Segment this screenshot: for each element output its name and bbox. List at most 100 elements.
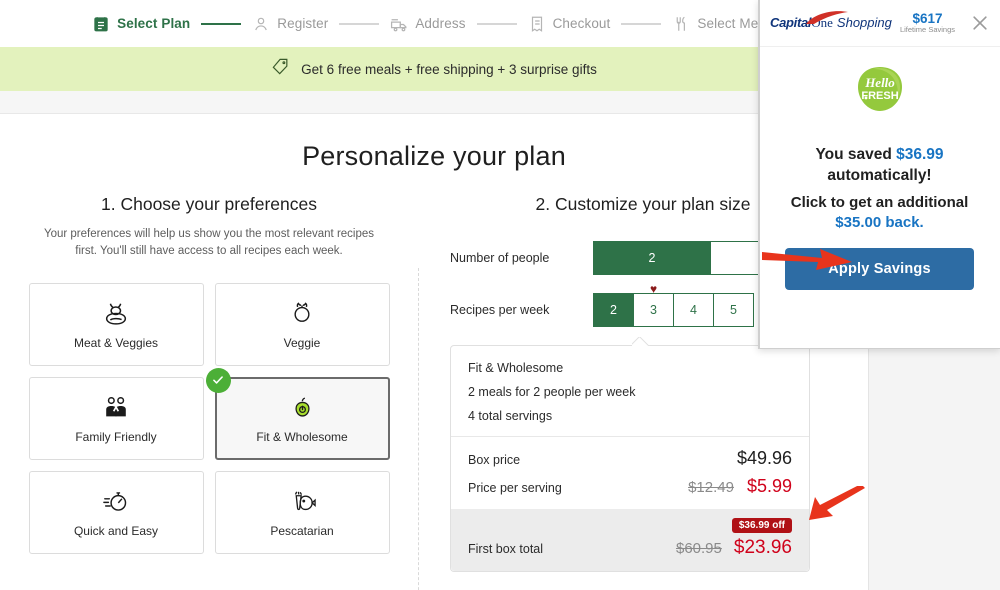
popup-header: Capital One Shopping $617 Lifetime Savin… [759, 0, 1000, 47]
recipes-option-3[interactable]: ♥ 3 [633, 283, 674, 327]
apple-fitness-icon [289, 393, 316, 423]
price-rows: Box price $49.96 Price per serving $12.4… [451, 436, 809, 509]
saved-line: You saved $36.99 [775, 145, 984, 166]
preference-card-label: Meat & Veggies [73, 335, 159, 350]
capital-one-shopping-popup[interactable]: Capital One Shopping $617 Lifetime Savin… [758, 0, 1000, 349]
nav-connector [339, 22, 380, 25]
family-icon [101, 393, 131, 423]
popup-body: Hello FRESH You saved $36.99 automatical… [759, 47, 1000, 291]
fish-carrot-icon [287, 487, 317, 517]
nav-step-label: Register [277, 16, 329, 31]
sub-band [0, 91, 868, 114]
selected-check-icon [205, 367, 231, 393]
recipes-option-5[interactable]: 5 [713, 293, 754, 327]
apply-savings-button[interactable]: Apply Savings [785, 248, 974, 291]
price-row-value: $49.96 [736, 448, 792, 468]
preference-card-label: Quick and Easy [73, 523, 159, 538]
nav-step-label: Address [415, 16, 466, 31]
svg-text:FRESH: FRESH [861, 90, 898, 102]
svg-text:Hello: Hello [864, 75, 895, 90]
recipes-per-week-label: Recipes per week [450, 303, 550, 317]
hellofresh-logo: Hello FRESH [775, 65, 984, 113]
recipes-per-week-selector[interactable]: 2 ♥ 3 4 5 [593, 283, 754, 327]
preference-card-grid: Meat & Veggies Veggie Family Friendly Fi… [0, 282, 418, 554]
stopwatch-icon [102, 487, 131, 517]
nav-connector [621, 22, 662, 25]
capital-one-swoosh-icon [804, 10, 850, 31]
price-row-price-per-serving: Price per serving $12.49 $5.99 [468, 476, 792, 497]
nav-step-register[interactable]: Register [252, 15, 328, 33]
preference-card-veggie[interactable]: Veggie [214, 282, 390, 366]
first-box-total-row: First box total $36.99 off $60.95 $23.96 [451, 509, 809, 571]
checkout-progress-nav: Select Plan Register Address Checkout Se… [0, 0, 868, 47]
nav-step-address[interactable]: Address [390, 15, 465, 33]
delivery-truck-icon [390, 15, 408, 33]
nav-step-label: Select Plan [117, 16, 191, 31]
nav-step-select-plan[interactable]: Select Plan [92, 15, 190, 33]
tag-icon [271, 57, 290, 81]
price-row-was: $12.49 [688, 479, 734, 496]
preferences-column: 1. Choose your preferences Your preferen… [0, 194, 418, 572]
people-option-2[interactable]: 2 [593, 241, 711, 275]
page-title: Personalize your plan [302, 141, 566, 171]
lifetime-savings-caption: Lifetime Savings [899, 25, 955, 35]
first-box-total-label: First box total [468, 542, 544, 556]
price-summary-panel: Fit & Wholesome 2 meals for 2 people per… [450, 345, 810, 572]
heart-icon: ♥ [649, 282, 658, 296]
nav-connector [201, 22, 242, 25]
preference-card-pescatarian[interactable]: Pescatarian [214, 470, 390, 554]
saved-prefix: You saved [815, 146, 897, 163]
plan-name: Fit & Wholesome [468, 361, 564, 375]
savings-message: You saved $36.99 automatically! Click to… [775, 145, 984, 231]
recipes-option-2[interactable]: 2 [593, 293, 634, 327]
nav-step-checkout[interactable]: Checkout [528, 15, 611, 33]
promo-banner: Get 6 free meals + free shipping + 3 sur… [0, 47, 868, 91]
price-row-value: $5.99 [746, 476, 792, 496]
receipt-icon [528, 15, 546, 33]
promo-banner-text: Get 6 free meals + free shipping + 3 sur… [301, 61, 597, 77]
preference-card-meat-veggies[interactable]: Meat & Veggies [28, 282, 204, 366]
preference-card-quick-and-easy[interactable]: Quick and Easy [28, 470, 204, 554]
fork-knife-icon [672, 15, 690, 33]
preference-card-fit-wholesome[interactable]: Fit & Wholesome [205, 367, 390, 460]
price-row-box-price: Box price $49.96 [468, 448, 792, 469]
panel-notch [632, 337, 650, 346]
saved-amount: $36.99 [896, 146, 944, 163]
plan-servings-line: 4 total servings [468, 409, 553, 423]
person-icon [252, 15, 270, 33]
nav-connector [476, 22, 517, 25]
first-box-total-now: $23.96 [733, 537, 792, 558]
price-row-label: Box price [468, 453, 521, 467]
plan-meals-line: 2 meals for 2 people per week [468, 385, 636, 399]
two-column-layout: 1. Choose your preferences Your preferen… [0, 194, 868, 590]
close-icon[interactable] [970, 13, 990, 33]
discount-badge: $36.99 off [731, 518, 792, 533]
lifetime-savings: $617 Lifetime Savings [899, 10, 955, 35]
preference-card-label: Pescatarian [270, 523, 334, 538]
number-of-people-label: Number of people [450, 251, 550, 265]
main-content: Personalize your plan 1. Choose your pre… [0, 114, 868, 590]
lifetime-savings-amount: $617 [912, 10, 943, 26]
tomato-icon [288, 299, 316, 329]
preferences-heading: 1. Choose your preferences [101, 194, 317, 214]
recipes-option-4[interactable]: 4 [673, 293, 714, 327]
recipes-option-3-label: 3 [650, 303, 657, 317]
capital-one-shopping-logo: Capital One Shopping [770, 11, 892, 31]
preference-card-label: Veggie [283, 335, 321, 350]
calendar-plan-icon [92, 15, 110, 33]
cta-amount[interactable]: $35.00 back. [775, 214, 984, 231]
preference-card-label: Fit & Wholesome [256, 429, 348, 444]
page-root: Select Plan Register Address Checkout Se… [0, 0, 1000, 590]
plan-summary-block: Fit & Wholesome 2 meals for 2 people per… [451, 346, 809, 436]
steak-icon [101, 299, 131, 329]
preference-card-family-friendly[interactable]: Family Friendly [28, 376, 204, 460]
nav-step-label: Checkout [552, 16, 611, 31]
first-box-total-was: $60.95 [675, 540, 722, 557]
column-divider [418, 268, 419, 590]
preference-card-label: Family Friendly [75, 429, 157, 444]
preferences-subtext: Your preferences will help us show you t… [43, 228, 375, 258]
popup-left-edge [758, 0, 760, 349]
saved-suffix: automatically! [827, 166, 932, 184]
price-row-label: Price per serving [468, 481, 562, 495]
cta-line: Click to get an additional [790, 193, 969, 211]
